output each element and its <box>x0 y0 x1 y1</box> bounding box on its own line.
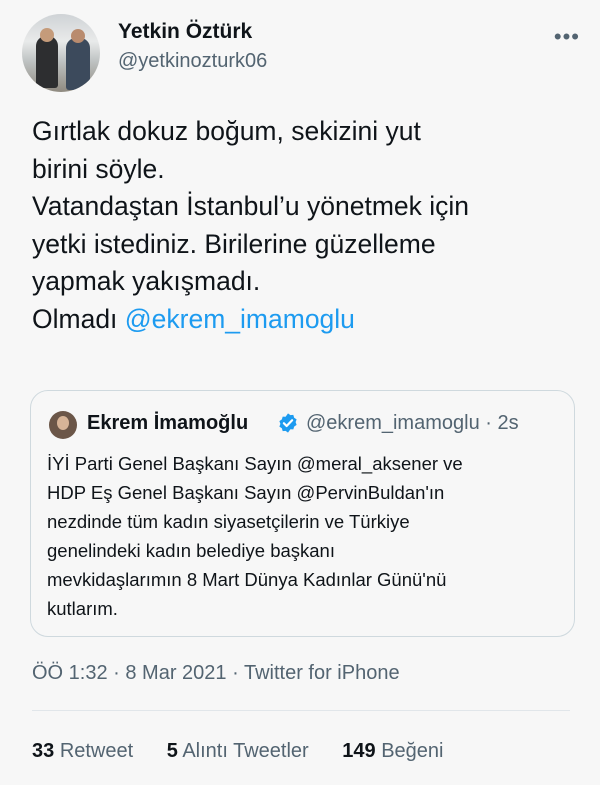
quoted-line: mevkidaşlarımın 8 Mart Dünya Kadınlar Gü… <box>47 569 447 590</box>
tweet-line: Vatandaştan İstanbul’u yönetmek için <box>32 191 470 221</box>
author-avatar[interactable] <box>22 14 100 92</box>
tweet-line: birini söyle. <box>32 153 165 184</box>
tweet-line-prefix: Olmadı <box>32 303 125 334</box>
tweet-text: Gırtlak dokuz boğum, sekizini yut birini… <box>32 113 572 338</box>
mention-link[interactable]: @ekrem_imamoglu <box>125 304 355 334</box>
quoted-line: HDP Eş Genel Başkanı Sayın @PervinBuldan… <box>47 482 445 503</box>
retweets-count: 33 <box>32 740 55 762</box>
retweets-label: Retweet <box>59 740 134 762</box>
quoted-author-name: Ekrem İmamoğlu <box>87 412 249 434</box>
tweet-last-line: Olmadı @ekrem_imamoglu <box>32 301 572 339</box>
quote-tweets-stat[interactable]: 5 Alıntı Tweetler <box>167 740 309 762</box>
divider <box>32 710 570 711</box>
quoted-author-avatar <box>49 411 77 439</box>
tweet-line: yetki istediniz. Birilerine güzelleme <box>32 228 436 259</box>
tweet-stats: 33 Retweet 5 Alıntı Tweetler 149 Beğeni <box>32 740 471 763</box>
tweet-header: Yetkin Öztürk @yetkinozturk06 ••• <box>22 14 580 94</box>
quoted-line: genelindeki kadın belediye başkanı <box>47 540 335 561</box>
retweets-stat[interactable]: 33 Retweet <box>32 740 133 762</box>
quoted-tweet[interactable]: Ekrem İmamoğlu @ekrem_imamoglu · 2s İYİ … <box>30 390 575 637</box>
quoted-text: İYİ Parti Genel Başkanı Sayın @meral_aks… <box>47 449 567 623</box>
likes-stat[interactable]: 149 Beğeni <box>342 740 443 762</box>
tweet-timestamp[interactable]: ÖÖ 1:32 · 8 Mar 2021 · Twitter for iPhon… <box>32 662 400 685</box>
tweet-line: yapmak yakışmadı. <box>32 266 261 296</box>
likes-count: 149 <box>342 740 376 762</box>
quoted-line: kutlarım. <box>47 598 118 619</box>
meta-separator: · <box>485 412 492 434</box>
quoted-meta: @ekrem_imamoglu · 2s <box>306 412 519 435</box>
quoted-time: 2s <box>497 412 519 434</box>
more-options-icon[interactable]: ••• <box>554 24 580 50</box>
quoted-author-handle: @ekrem_imamoglu <box>306 412 480 434</box>
quote-tweets-count: 5 <box>166 740 178 762</box>
tweet-line: Gırtlak dokuz boğum, sekizini yut <box>32 116 421 146</box>
quote-tweets-label: Alıntı Tweetler <box>182 740 309 762</box>
author-name[interactable]: Yetkin Öztürk <box>118 20 252 44</box>
quoted-line: nezdinde tüm kadın siyasetçilerin ve Tür… <box>47 511 410 532</box>
quoted-line: İYİ Parti Genel Başkanı Sayın @meral_aks… <box>47 453 463 474</box>
author-handle[interactable]: @yetkinozturk06 <box>118 50 267 73</box>
likes-label: Beğeni <box>381 740 444 762</box>
verified-badge-icon <box>279 413 297 433</box>
